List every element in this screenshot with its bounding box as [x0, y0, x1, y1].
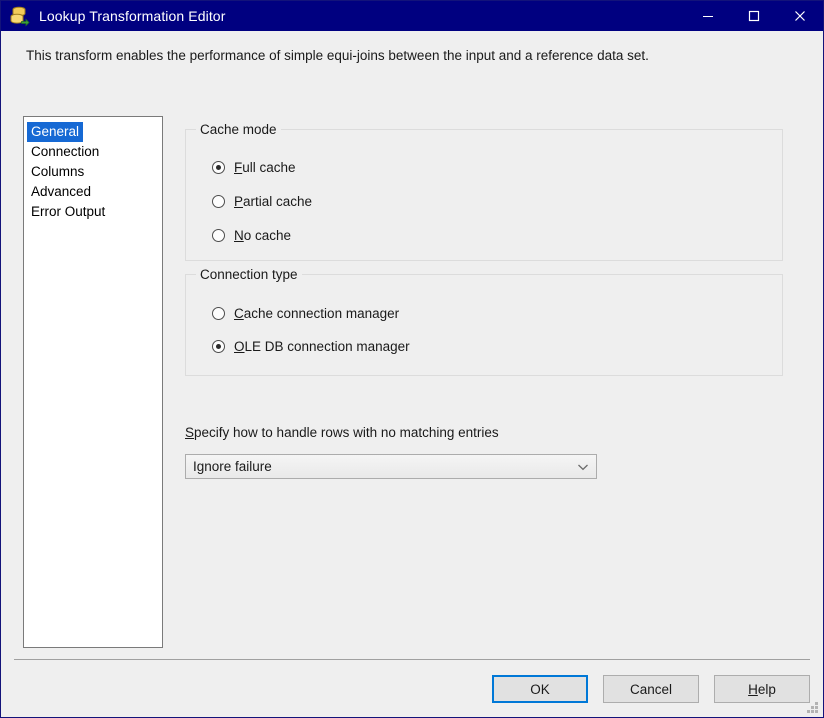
radio-full-cache-label: Full cache	[234, 160, 296, 175]
dialog-description: This transform enables the performance o…	[26, 48, 649, 63]
radio-cache-connection-manager-label: Cache connection manager	[234, 306, 400, 321]
page-list[interactable]: General Connection Columns Advanced Erro…	[23, 116, 163, 648]
radio-no-cache-label: No cache	[234, 228, 292, 243]
radio-cache-connection-manager[interactable]: Cache connection manager	[212, 306, 399, 321]
radio-no-cache[interactable]: No cache	[212, 228, 291, 243]
window-controls	[685, 1, 823, 31]
chevron-down-icon[interactable]	[570, 455, 596, 478]
no-match-label: Specify how to handle rows with no match…	[185, 425, 499, 440]
radio-partial-cache-indicator[interactable]	[212, 195, 225, 208]
sidebar-item-advanced[interactable]: Advanced	[27, 182, 95, 202]
sidebar-item-columns[interactable]: Columns	[27, 162, 88, 182]
radio-ole-db-connection-manager-indicator[interactable]	[212, 340, 225, 353]
close-button[interactable]	[777, 1, 823, 31]
page-list-row: Columns	[24, 162, 162, 182]
page-list-row: Advanced	[24, 182, 162, 202]
page-list-row: Error Output	[24, 202, 162, 222]
sidebar-item-general[interactable]: General	[27, 122, 84, 142]
radio-ole-db-connection-manager[interactable]: OLE DB connection manager	[212, 339, 410, 354]
radio-no-cache-indicator[interactable]	[212, 229, 225, 242]
dialog-window: Lookup Transformation Editor This transf…	[0, 0, 824, 718]
resize-grip[interactable]	[806, 701, 819, 714]
cache-mode-group: Cache mode Full cache Partial cache No c…	[185, 122, 783, 261]
radio-ole-db-connection-manager-label: OLE DB connection manager	[234, 339, 410, 354]
no-match-selected-value: Ignore failure	[193, 459, 272, 474]
sidebar-item-error-output[interactable]: Error Output	[27, 202, 109, 222]
cache-mode-title: Cache mode	[196, 122, 281, 137]
page-list-row: Connection	[24, 142, 162, 162]
lookup-transformation-icon	[8, 5, 30, 27]
radio-partial-cache-label: Partial cache	[234, 194, 313, 209]
radio-full-cache[interactable]: Full cache	[212, 160, 296, 175]
radio-full-cache-indicator[interactable]	[212, 161, 225, 174]
radio-cache-connection-manager-indicator[interactable]	[212, 307, 225, 320]
cancel-button[interactable]: Cancel	[603, 675, 699, 703]
ok-button[interactable]: OK	[492, 675, 588, 703]
radio-partial-cache[interactable]: Partial cache	[212, 194, 312, 209]
no-match-dropdown[interactable]: Ignore failure	[185, 454, 597, 479]
window-title: Lookup Transformation Editor	[39, 8, 226, 24]
title-bar[interactable]: Lookup Transformation Editor	[1, 1, 823, 31]
help-button[interactable]: Help	[714, 675, 810, 703]
maximize-button[interactable]	[731, 1, 777, 31]
sidebar-item-connection[interactable]: Connection	[27, 142, 103, 162]
connection-type-title: Connection type	[196, 267, 302, 282]
connection-type-group: Connection type Cache connection manager…	[185, 267, 783, 376]
page-list-row: General	[24, 122, 162, 142]
footer-separator	[14, 659, 810, 660]
minimize-button[interactable]	[685, 1, 731, 31]
